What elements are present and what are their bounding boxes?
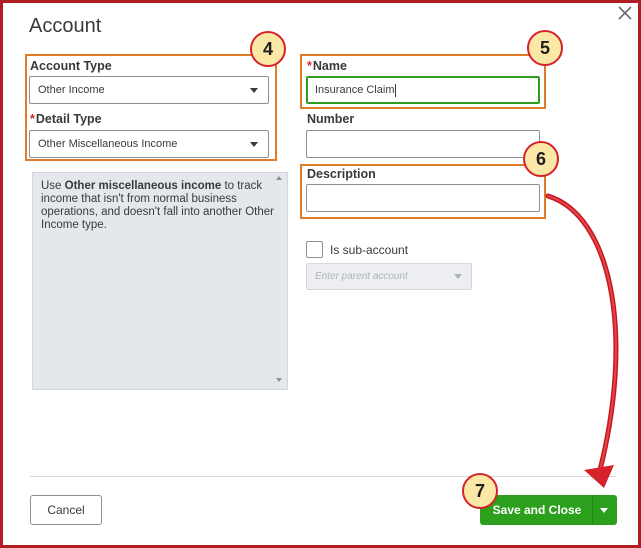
name-input[interactable]: Insurance Claim [306,76,540,104]
description-label: Description [307,167,376,181]
number-input[interactable] [306,130,540,158]
detail-type-value: Other Miscellaneous Income [38,138,178,150]
chevron-down-icon [600,508,608,513]
annotation-badge-6: 6 [523,141,559,177]
scroll-down-icon[interactable] [276,378,282,382]
name-label-text: Name [312,59,347,73]
annotation-badge-5: 5 [527,30,563,66]
parent-account-placeholder: Enter parent account [315,271,408,282]
chevron-down-icon [250,88,258,93]
info-bold: Other miscellaneous income [64,180,222,192]
account-type-value: Other Income [38,84,105,96]
account-type-label: Account Type [30,59,112,73]
parent-account-select: Enter parent account [306,263,472,290]
footer-divider [30,476,616,477]
cancel-button[interactable]: Cancel [30,495,102,525]
sub-account-label: Is sub-account [330,243,409,257]
account-type-select[interactable]: Other Income [29,76,269,104]
number-label: Number [307,112,355,126]
description-input[interactable] [306,184,540,212]
chevron-down-icon [250,142,258,147]
scroll-up-icon[interactable] [276,176,282,180]
sub-account-checkbox[interactable] [306,241,323,258]
name-value: Insurance Claim [315,84,395,96]
dialog-title: Account [29,15,102,37]
save-and-close-button[interactable]: Save and Close [480,495,617,525]
detail-type-select[interactable]: Other Miscellaneous Income [29,130,269,158]
name-label: *Name [307,59,347,73]
info-prefix: Use [41,180,65,192]
chevron-down-icon [454,274,462,279]
text-cursor [395,83,397,97]
detail-type-label: *Detail Type [30,112,102,126]
annotation-badge-7: 7 [462,473,498,509]
save-and-close-label[interactable]: Save and Close [480,503,592,517]
detail-type-description-panel: Use Other miscellaneous income to track … [32,172,288,390]
required-marker: * [30,112,35,126]
close-icon[interactable] [616,4,634,22]
required-marker: * [307,59,312,73]
detail-type-label-text: Detail Type [35,112,102,126]
annotation-badge-4: 4 [250,31,286,67]
save-options-dropdown[interactable] [593,495,617,525]
